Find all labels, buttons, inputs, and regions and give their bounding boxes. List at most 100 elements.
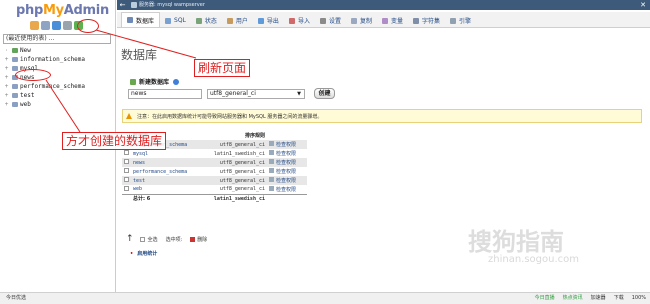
privileges-icon: [269, 150, 274, 155]
tab-label: 用户: [235, 18, 248, 25]
tab-charset[interactable]: 字符集: [408, 14, 445, 27]
refresh-highlight-ring: [77, 19, 99, 33]
status-right-items: 今日直播 热点资讯 加速器 下载 100%: [535, 293, 646, 304]
page-title: 数据库: [121, 48, 158, 62]
status-item-live[interactable]: 今日直播: [535, 293, 555, 304]
row-checkbox[interactable]: [122, 167, 131, 176]
enable-statistics-link[interactable]: 启用统计: [130, 250, 157, 257]
row-checkbox[interactable]: [122, 149, 131, 158]
recent-tables-select[interactable]: (最近使用的表) ...: [3, 34, 111, 44]
expand-icon[interactable]: +: [3, 101, 10, 108]
status-item-accelerator[interactable]: 加速器: [591, 293, 606, 304]
created-db-annotation: 方才创建的数据库: [62, 132, 167, 150]
help-icon[interactable]: [173, 78, 180, 85]
expand-icon[interactable]: +: [3, 65, 10, 72]
status-item-news[interactable]: 热点资讯: [563, 293, 583, 304]
export-icon: [257, 17, 264, 24]
total-label: 总计: 6: [131, 193, 207, 203]
tree-item-label: information_schema: [20, 56, 86, 63]
check-privileges-link[interactable]: 检查权限: [267, 167, 307, 176]
total-collation: latin1_swedish_ci: [207, 193, 267, 203]
tree-item-label: performance_schema: [20, 83, 86, 90]
expand-icon[interactable]: +: [3, 56, 10, 63]
home-icon[interactable]: [30, 21, 39, 30]
database-name-link[interactable]: performance_schema: [131, 167, 207, 176]
check-privileges-link[interactable]: 检查权限: [267, 158, 307, 167]
tab-engines[interactable]: 引擎: [445, 14, 476, 27]
row-checkbox[interactable]: [122, 176, 131, 185]
collation-select[interactable]: utf8_general_ci ▼: [207, 89, 305, 99]
tab-label: 数据库: [136, 17, 155, 25]
tree-item-information-schema[interactable]: + information_schema: [3, 55, 85, 64]
expand-icon[interactable]: +: [3, 92, 10, 99]
chevron-down-icon: ▼: [297, 91, 301, 97]
column-header-collation[interactable]: 排序规则: [207, 131, 267, 140]
new-database-icon: [130, 78, 136, 85]
status-left-text[interactable]: 今日优选: [6, 293, 26, 304]
logout-icon[interactable]: [41, 21, 50, 30]
tab-label: 导出: [266, 18, 279, 25]
new-database-heading: 新建数据库: [130, 77, 180, 86]
sql-icon: [165, 17, 172, 24]
database-name-link[interactable]: web: [131, 185, 207, 194]
privileges-icon: [269, 141, 274, 146]
tab-export[interactable]: 导出: [253, 14, 284, 27]
tree-item-performance-schema[interactable]: + performance_schema: [3, 82, 85, 91]
notice-text: 注意：在此启用数据库统计可能导致网站服务器和 MySQL 服务器之间的流量骤增。: [137, 113, 323, 120]
expand-icon[interactable]: +: [3, 83, 10, 90]
database-name-link[interactable]: test: [131, 176, 207, 185]
tab-variables[interactable]: 变量: [377, 14, 408, 27]
help-icon[interactable]: [52, 21, 61, 30]
collation-cell: utf8_general_ci: [207, 167, 267, 176]
tab-settings[interactable]: 设置: [315, 14, 346, 27]
database-name-input[interactable]: news: [128, 89, 202, 99]
breadcrumb-text: 服务器: mysql wampserver: [139, 2, 205, 8]
check-privileges-link[interactable]: 检查权限: [267, 176, 307, 185]
database-icon: [12, 93, 18, 98]
tree-item-new[interactable]: · New: [3, 46, 85, 55]
tab-replication[interactable]: 复制: [346, 14, 377, 27]
tab-label: 变量: [390, 18, 403, 25]
tab-label: 复制: [359, 18, 372, 25]
collation-value: utf8_general_ci: [210, 90, 256, 97]
docs-icon[interactable]: [63, 21, 72, 30]
charset-icon: [413, 17, 419, 24]
database-icon: [12, 66, 18, 71]
close-icon[interactable]: ✕: [640, 0, 646, 10]
check-privileges-link[interactable]: 检查权限: [267, 149, 307, 158]
status-item-download[interactable]: 下载: [614, 293, 624, 304]
expand-icon[interactable]: +: [3, 74, 10, 81]
tab-status[interactable]: 状态: [191, 14, 222, 27]
row-checkbox[interactable]: [122, 158, 131, 167]
check-privileges-label: 检查权限: [276, 142, 297, 148]
breadcrumb[interactable]: 服务器: mysql wampserver: [131, 1, 205, 9]
check-privileges-link[interactable]: 检查权限: [267, 185, 307, 194]
back-arrow-icon[interactable]: ←: [119, 1, 126, 9]
delete-icon[interactable]: [190, 236, 196, 242]
select-arrow-icon: ↑: [126, 234, 134, 244]
check-privileges-label: 检查权限: [276, 169, 297, 175]
select-all-checkbox[interactable]: [139, 236, 145, 242]
tree-item-label: test: [20, 92, 35, 99]
check-privileges-label: 检查权限: [276, 186, 297, 193]
delete-button[interactable]: 删除: [197, 236, 207, 243]
phpmyadmin-logo[interactable]: phpMyAdmin: [16, 3, 109, 18]
database-icon: [12, 57, 18, 62]
tree-item-test[interactable]: + test: [3, 91, 85, 100]
tab-users[interactable]: 用户: [222, 14, 253, 27]
status-item-zoom[interactable]: 100%: [632, 293, 646, 304]
tab-import[interactable]: 导入: [284, 14, 315, 27]
warning-icon: [126, 113, 132, 119]
select-all-label[interactable]: 全选: [148, 236, 158, 243]
variables-icon: [381, 17, 388, 24]
table-row: mysql latin1_swedish_ci 检查权限: [122, 149, 307, 158]
row-checkbox[interactable]: [122, 185, 131, 194]
logo-my-text: My: [42, 3, 64, 18]
check-privileges-link[interactable]: 检查权限: [267, 140, 307, 149]
database-name-link[interactable]: mysql: [131, 149, 207, 158]
tree-item-web[interactable]: + web: [3, 100, 85, 109]
tab-sql[interactable]: SQL: [160, 14, 191, 27]
create-button[interactable]: 创建: [314, 88, 335, 99]
tab-database[interactable]: 数据库: [121, 12, 161, 27]
database-name-link[interactable]: news: [131, 158, 207, 167]
